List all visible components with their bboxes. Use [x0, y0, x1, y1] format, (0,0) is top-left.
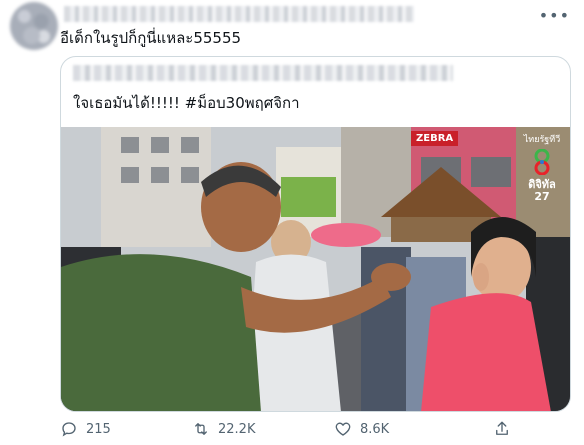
quoted-media-photo[interactable]: ZEBRA ไทยรัฐทีวี ดิจิทัล 27	[61, 127, 570, 411]
store-sign: ZEBRA	[411, 131, 459, 146]
author-name-redacted[interactable]	[64, 6, 414, 22]
reply-count: 215	[86, 421, 111, 437]
channel-logo-number: ดิจิทัล 27	[528, 178, 556, 203]
retweet-count: 22.2K	[218, 421, 256, 437]
retweet-icon	[195, 423, 207, 435]
reply-button[interactable]: 215	[60, 420, 111, 438]
tweet-text: อีเด็กในรูปก็กูนี่แหละ55555	[60, 29, 242, 47]
hashtag-link[interactable]: #ม็อบ30พฤศจิกา	[185, 94, 300, 112]
channel-logo-top: ไทยรัฐทีวี	[523, 135, 561, 145]
more-button[interactable]: •••	[539, 6, 570, 25]
quoted-tweet-text: ใจเธอมันได้!!!!! #ม็อบ30พฤศจิกา	[73, 93, 300, 113]
protest-photo	[61, 127, 570, 411]
more-horizontal-icon: •••	[538, 6, 570, 25]
share-icon	[496, 421, 508, 435]
like-count: 8.6K	[360, 421, 390, 437]
quoted-text-main: ใจเธอมันได้!!!!!	[73, 94, 185, 112]
avatar[interactable]	[10, 2, 58, 50]
quoted-tweet-card[interactable]: ใจเธอมันได้!!!!! #ม็อบ30พฤศจิกา ZEBRA ไท…	[60, 56, 571, 412]
retweet-button[interactable]: 22.2K	[192, 420, 255, 438]
channel-logo: ไทยรัฐทีวี ดิจิทัล 27	[522, 135, 562, 203]
like-icon	[335, 422, 351, 436]
reply-icon	[62, 422, 76, 437]
quoted-author-redacted[interactable]	[73, 65, 453, 81]
like-button[interactable]: 8.6K	[334, 420, 389, 438]
tweet-actions-bar: 215 22.2K 8.6K	[60, 420, 571, 442]
channel-8-logo-icon	[534, 149, 550, 175]
share-button[interactable]	[493, 420, 511, 442]
